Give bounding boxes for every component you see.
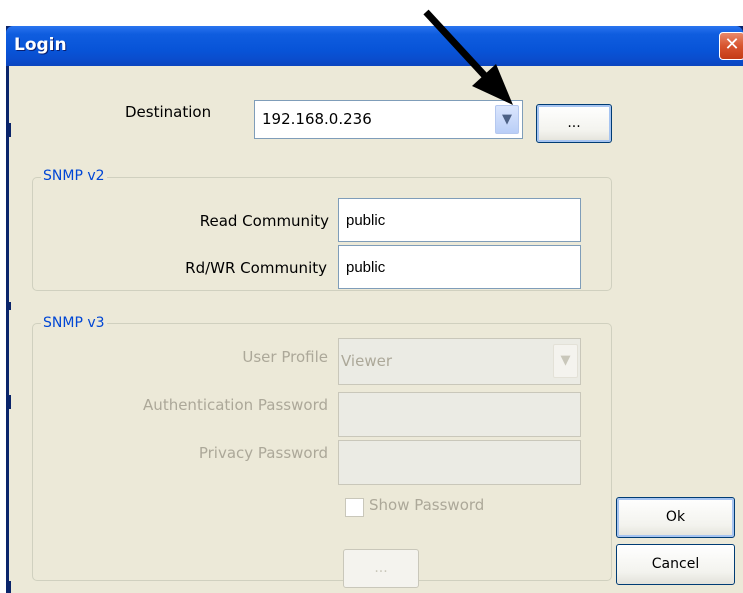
destination-dropdown-button[interactable]: ▼ xyxy=(495,105,519,134)
read-community-label: Read Community xyxy=(199,212,329,230)
cancel-button[interactable]: Cancel xyxy=(616,544,735,585)
rdwr-community-label: Rd/WR Community xyxy=(185,259,327,277)
snmp-v2-legend: SNMP v2 xyxy=(41,168,107,184)
show-password-label: Show Password xyxy=(369,496,485,514)
destination-combobox[interactable]: 192.168.0.236 ▼ xyxy=(254,100,523,139)
chevron-down-icon: ▼ xyxy=(502,112,512,127)
user-profile-dropdown-button[interactable]: ▼ xyxy=(553,344,578,378)
user-profile-value: Viewer xyxy=(341,352,392,370)
auth-password-input[interactable] xyxy=(338,392,581,437)
window-title: Login xyxy=(14,35,67,55)
ok-button[interactable]: Ok xyxy=(616,497,735,538)
left-edge-mark xyxy=(9,395,11,409)
ok-button-label: Ok xyxy=(665,509,686,525)
user-profile-label: User Profile xyxy=(242,348,328,366)
chevron-down-icon: ▼ xyxy=(560,353,571,368)
cancel-button-label: Cancel xyxy=(651,556,700,572)
user-profile-select[interactable]: Viewer ▼ xyxy=(338,338,581,385)
close-icon: ✕ xyxy=(724,34,740,55)
browse-button-label: ... xyxy=(567,115,581,131)
left-edge-mark xyxy=(9,581,11,593)
read-community-input[interactable] xyxy=(338,198,581,242)
privacy-password-label: Privacy Password xyxy=(198,444,328,462)
show-password-checkbox[interactable] xyxy=(345,498,364,517)
destination-browse-button[interactable]: ... xyxy=(536,104,612,143)
snmp-v3-legend: SNMP v3 xyxy=(41,315,107,331)
destination-label: Destination xyxy=(125,103,212,121)
rdwr-community-input[interactable] xyxy=(338,245,581,289)
auth-password-label: Authentication Password xyxy=(143,396,328,414)
browse-button-label: ... xyxy=(374,560,388,576)
destination-value: 192.168.0.236 xyxy=(262,110,372,128)
snmp-v3-browse-button[interactable]: ... xyxy=(343,549,419,588)
dialog-body: Destination 192.168.0.236 ▼ ... SNMP v2 … xyxy=(9,66,743,593)
title-bar[interactable]: Login ✕ xyxy=(6,26,743,66)
login-dialog: Login ✕ Destination 192.168.0.236 ▼ ... … xyxy=(6,26,743,593)
left-edge-mark xyxy=(9,123,11,137)
left-edge-mark xyxy=(9,302,11,310)
privacy-password-input[interactable] xyxy=(338,440,581,485)
close-button[interactable]: ✕ xyxy=(719,32,743,60)
